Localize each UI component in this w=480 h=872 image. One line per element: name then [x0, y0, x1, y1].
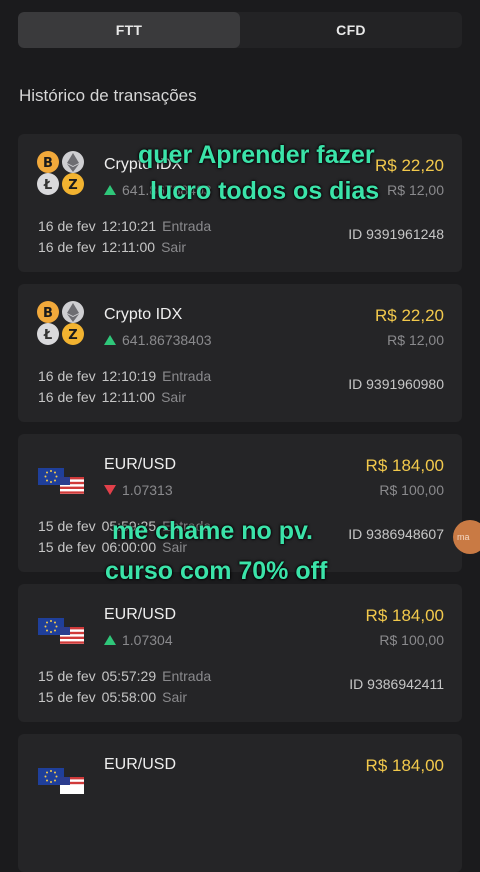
investment-amount: R$ 100,00: [379, 632, 444, 648]
trade-card[interactable]: EUR/USD R$ 184,00: [18, 734, 462, 872]
asset-name: Crypto IDX: [104, 306, 183, 323]
promo-overlay-text-1: quer Aprender fazer: [138, 141, 375, 169]
close-date: 16 de fev: [38, 239, 96, 255]
close-label: Sair: [161, 239, 186, 255]
svg-text:Z: Z: [68, 328, 77, 343]
tab-ftt[interactable]: FTT: [18, 12, 240, 48]
open-date: 15 de fev: [38, 518, 96, 534]
quote-row: 1.07304: [104, 632, 173, 648]
crypto-coins-icon: B Ł Z: [37, 301, 84, 345]
eur-usd-flags-icon: [38, 468, 84, 494]
close-label: Sair: [161, 389, 186, 405]
trade-times: 16 de fev 12:10:21 Entrada 16 de fev 12:11:…: [38, 216, 211, 258]
investment-amount: R$ 100,00: [379, 482, 444, 498]
asset-name: EUR/USD: [104, 606, 177, 623]
open-label: Entrada: [162, 218, 212, 234]
payout-amount: R$ 184,00: [365, 606, 444, 625]
trade-id: ID 9391960980: [348, 376, 444, 392]
open-date: 16 de fev: [38, 218, 96, 234]
open-time: 12:10:19: [101, 368, 157, 384]
tab-cfd[interactable]: CFD: [240, 12, 462, 48]
promo-overlay-text-4: curso com 70% off: [105, 557, 328, 585]
quote-row: 641.86738403: [104, 332, 212, 348]
asset-name: EUR/USD: [104, 456, 177, 473]
arrow-up-icon: [104, 635, 116, 645]
close-date: 16 de fev: [38, 389, 96, 405]
open-time: 12:10:21: [101, 218, 157, 234]
quote-value: 1.07304: [122, 632, 173, 648]
asset-name: EUR/USD: [104, 756, 177, 773]
quote-row: 1.07313: [104, 482, 173, 498]
close-label: Sair: [162, 689, 188, 705]
arrow-down-icon: [104, 485, 116, 495]
close-time: 12:11:00: [101, 389, 156, 405]
arrow-up-icon: [104, 185, 116, 195]
trade-id: ID 9386948607: [348, 526, 444, 542]
trade-card[interactable]: EUR/USD 1.07304 R$ 184,00 R$ 100,00 15 d…: [18, 584, 462, 722]
investment-amount: R$ 12,00: [387, 332, 444, 348]
quote-value: 641.86738403: [122, 332, 212, 348]
svg-text:Ł: Ł: [43, 328, 52, 343]
svg-text:Ł: Ł: [43, 178, 52, 193]
open-label: Entrada: [162, 368, 212, 384]
arrow-up-icon: [104, 335, 116, 345]
trade-card[interactable]: EUR/USD 1.07313 R$ 184,00 R$ 100,00 15 d…: [18, 434, 462, 572]
trade-card[interactable]: B Ł Z Crypto IDX 641.86738403 R$ 22,20 R…: [18, 284, 462, 422]
close-date: 15 de fev: [38, 689, 96, 705]
eur-usd-flags-icon: [38, 618, 84, 644]
svg-text:B: B: [43, 306, 53, 321]
payout-amount: R$ 184,00: [365, 456, 444, 475]
payout-amount: R$ 184,00: [365, 756, 444, 775]
close-date: 15 de fev: [38, 539, 96, 555]
open-date: 16 de fev: [38, 368, 96, 384]
trade-times: 16 de fev 12:10:19 Entrada 16 de fev 12:11:…: [38, 366, 211, 408]
payout-amount: R$ 22,20: [375, 156, 444, 175]
open-date: 15 de fev: [38, 668, 96, 684]
investment-amount: R$ 12,00: [387, 182, 444, 198]
open-time: 05:57:29: [101, 668, 157, 684]
open-label: Entrada: [162, 668, 212, 684]
close-time: 05:58:00: [101, 689, 157, 705]
crypto-coins-icon: B Ł Z: [37, 151, 84, 195]
trade-id: ID 9391961248: [348, 226, 444, 242]
floating-chat-bubble[interactable]: ma: [453, 520, 480, 554]
close-time: 12:11:00: [101, 239, 156, 255]
svg-text:Z: Z: [68, 178, 77, 193]
quote-value: 1.07313: [122, 482, 173, 498]
promo-overlay-text-2: lucro todos os dias: [150, 177, 380, 205]
promo-overlay-text-3: me chame no pv.: [112, 517, 313, 545]
svg-text:B: B: [43, 156, 53, 171]
page-title: Histórico de transações: [19, 86, 197, 105]
payout-amount: R$ 22,20: [375, 306, 444, 325]
trade-id: ID 9386942411: [349, 676, 444, 692]
instrument-tabs: FTT CFD: [18, 12, 462, 48]
eur-usd-flags-icon: [38, 768, 84, 794]
trade-times: 15 de fev 05:57:29 Entrada 15 de fev 05:58:…: [38, 666, 211, 708]
